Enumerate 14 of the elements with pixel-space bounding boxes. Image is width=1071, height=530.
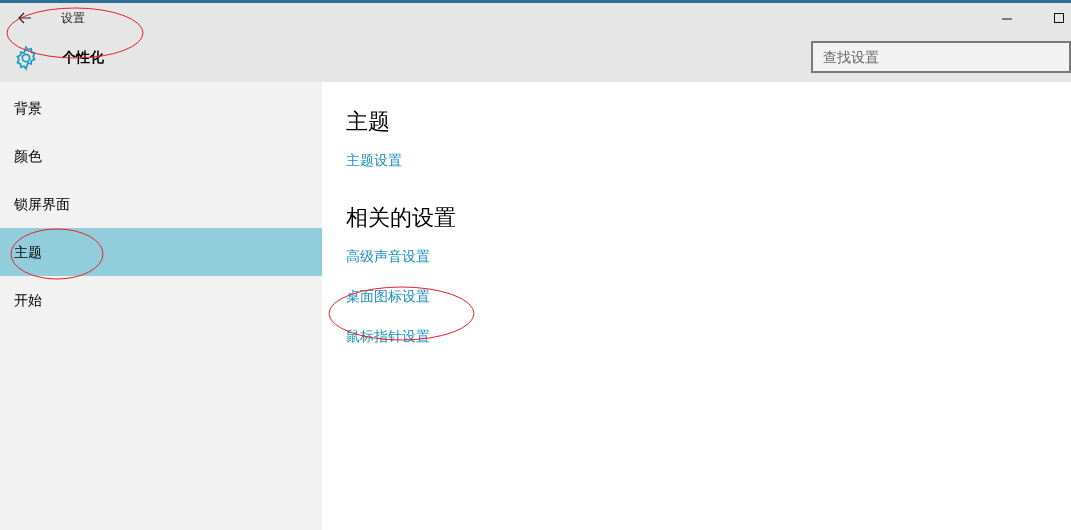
- settings-link[interactable]: 主题设置: [346, 148, 402, 172]
- sidebar-item[interactable]: 主题: [0, 228, 322, 276]
- sidebar-item[interactable]: 开始: [0, 276, 322, 324]
- sidebar-item[interactable]: 锁屏界面: [0, 180, 322, 228]
- back-arrow-icon[interactable]: [18, 12, 32, 24]
- gear-icon: [13, 44, 39, 71]
- section-heading: 相关的设置: [346, 203, 457, 232]
- window-title: 设置: [61, 10, 85, 27]
- maximize-icon[interactable]: [1053, 12, 1065, 24]
- settings-link[interactable]: 高级声音设置: [346, 244, 430, 268]
- sidebar-item[interactable]: 颜色: [0, 132, 322, 180]
- sidebar-item[interactable]: 背景: [0, 84, 322, 132]
- search-field[interactable]: 查找设置: [811, 40, 1071, 73]
- section-heading: 主题: [346, 107, 391, 136]
